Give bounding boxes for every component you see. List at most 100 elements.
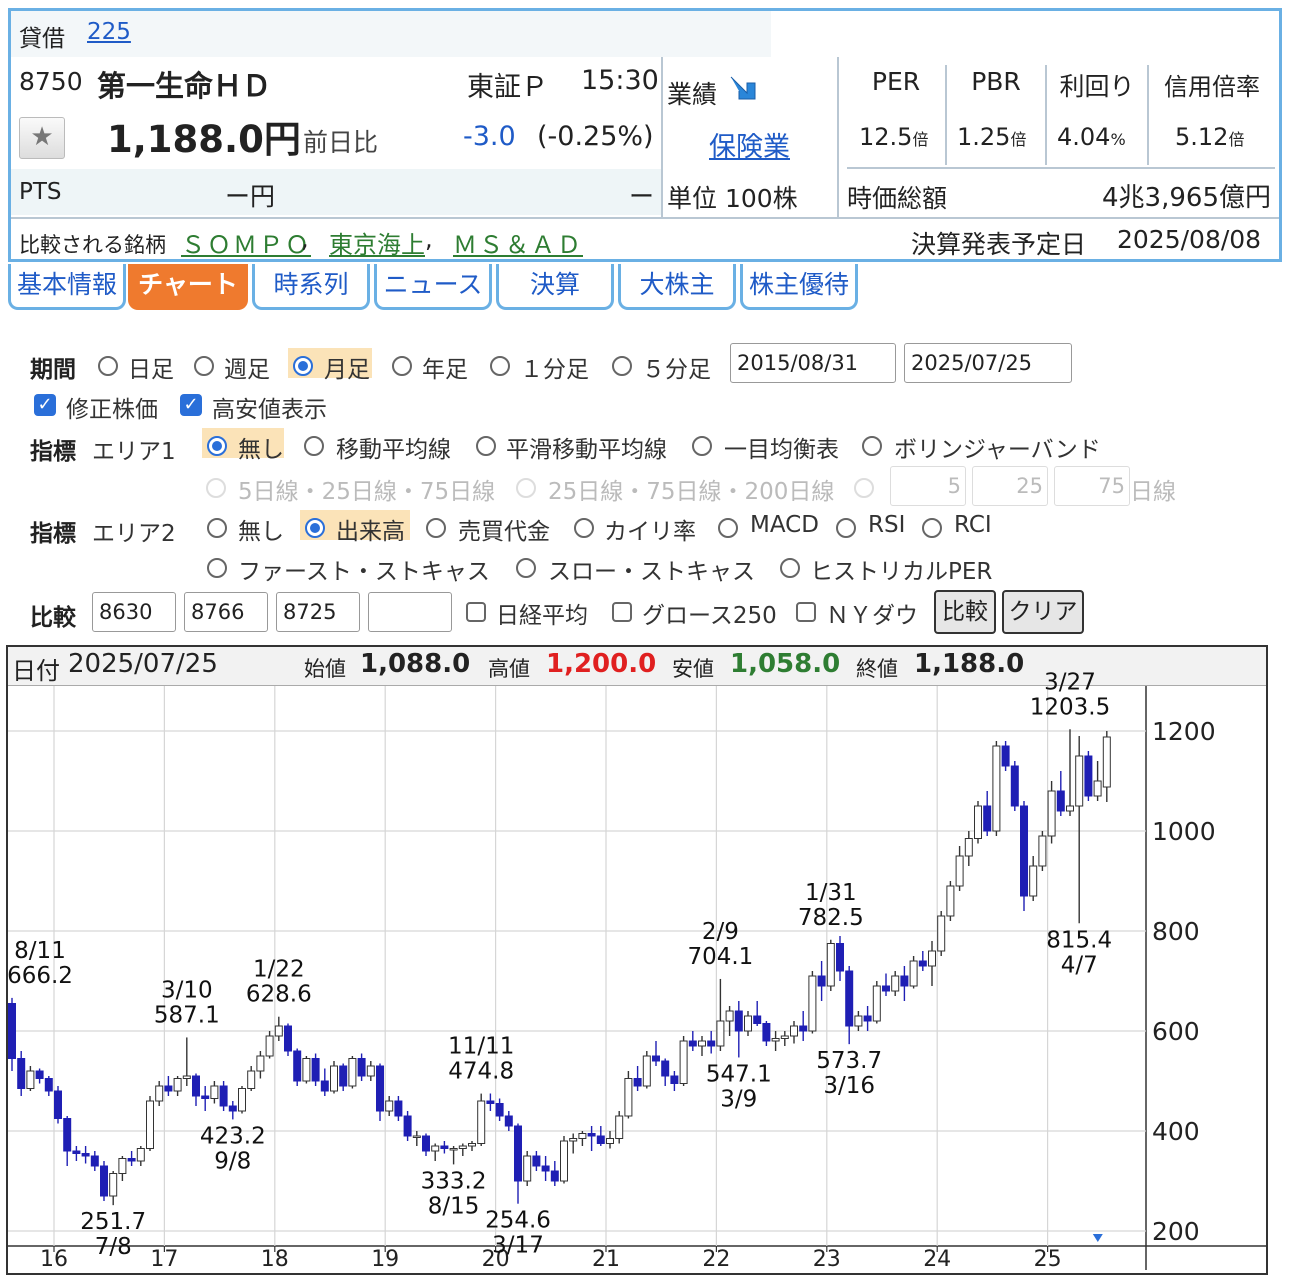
- candle-body: [670, 1075, 679, 1084]
- candle-body: [596, 1135, 605, 1144]
- candle-body: [541, 1165, 550, 1172]
- x-tick-label: 21: [592, 1247, 620, 1272]
- annotation-label: 4/7: [1061, 952, 1098, 978]
- candle-body: [1056, 790, 1065, 812]
- candle-body: [974, 805, 982, 839]
- candle-body: [615, 1115, 624, 1139]
- candle-body: [366, 1065, 375, 1077]
- x-tick-label: 24: [923, 1247, 951, 1272]
- candle-body: [173, 1078, 182, 1092]
- x-tick-label: 18: [261, 1247, 289, 1272]
- candle-body: [228, 1105, 237, 1112]
- candlestick-chart[interactable]: 2004006008001000120016 17 18 19 20 21 22 23 24 25…: [0, 0, 1294, 1272]
- candle-body: [468, 1143, 476, 1147]
- x-tick-label: 17: [150, 1247, 178, 1272]
- annotation-label: 474.8: [448, 1059, 514, 1085]
- candle-body: [449, 1148, 458, 1151]
- candle-body: [146, 1100, 154, 1149]
- candle-body: [477, 1100, 486, 1144]
- candle-body: [127, 1158, 136, 1162]
- candle-body: [90, 1155, 99, 1167]
- annotation-label: 3/17: [492, 1233, 544, 1259]
- candle-body: [284, 1025, 292, 1052]
- candle-body: [928, 950, 936, 967]
- candle-body: [688, 1040, 697, 1047]
- annotation-label: 782.5: [798, 905, 864, 931]
- candle-body: [964, 838, 973, 857]
- candle-body: [136, 1148, 145, 1162]
- annotation-label: 3/9: [720, 1086, 757, 1112]
- candle-body: [606, 1138, 614, 1144]
- candle-body: [514, 1125, 522, 1182]
- candle-body: [744, 1015, 752, 1032]
- candle-body: [210, 1085, 219, 1099]
- candle-body: [385, 1100, 394, 1112]
- candle-body: [1029, 865, 1038, 897]
- candle-body: [311, 1058, 320, 1082]
- candle-body: [918, 960, 927, 967]
- candle-body: [891, 975, 900, 992]
- candle-body: [1084, 755, 1093, 797]
- candle-body: [550, 1170, 559, 1182]
- candle-body: [808, 975, 817, 1032]
- candle-body: [863, 1015, 872, 1022]
- candle-body: [54, 1090, 62, 1119]
- candle-body: [992, 745, 1001, 832]
- candle-body: [1047, 790, 1056, 837]
- candle-body: [320, 1080, 329, 1092]
- candle-body: [725, 1010, 734, 1022]
- candle-body: [26, 1070, 35, 1089]
- candle-body: [578, 1133, 587, 1139]
- y-tick-label: 600: [1152, 1017, 1200, 1046]
- candle-body: [422, 1135, 430, 1152]
- annotation-label: 1/31: [805, 880, 857, 906]
- annotation-label: 628.6: [246, 982, 312, 1008]
- candle-body: [900, 975, 909, 987]
- candle-body: [1102, 736, 1111, 788]
- x-tick-label: 25: [1034, 1247, 1062, 1272]
- y-tick-label: 800: [1152, 917, 1200, 946]
- candle-body: [72, 1150, 81, 1154]
- candle-body: [486, 1100, 495, 1104]
- candle-body: [164, 1085, 173, 1092]
- candle-body: [302, 1058, 311, 1082]
- candle-body: [698, 1040, 706, 1047]
- annotation-label: 423.2: [200, 1123, 266, 1149]
- annotation-label: 1203.5: [1030, 694, 1110, 720]
- candle-body: [17, 1058, 26, 1089]
- candle-body: [624, 1078, 633, 1117]
- candle-body: [1066, 805, 1074, 812]
- candle-body: [265, 1035, 274, 1057]
- candle-body: [8, 1003, 16, 1059]
- candle-body: [652, 1055, 660, 1062]
- candle-body: [293, 1050, 302, 1082]
- candle-body: [201, 1095, 210, 1099]
- candle-body: [826, 943, 835, 987]
- annotation-label: 547.1: [706, 1061, 772, 1087]
- annotation-label: 11/11: [448, 1034, 514, 1060]
- x-tick-label: 23: [813, 1247, 841, 1272]
- candle-body: [882, 985, 890, 992]
- candle-body: [845, 970, 854, 1027]
- candle-body: [799, 1025, 808, 1032]
- y-tick-label: 1000: [1152, 817, 1216, 846]
- candle-body: [937, 915, 946, 952]
- candle-body: [412, 1135, 421, 1138]
- candle-body: [734, 1010, 743, 1032]
- candle-body: [771, 1038, 780, 1042]
- candle-body: [716, 1020, 725, 1047]
- candle-body: [118, 1158, 127, 1174]
- annotation-label: 704.1: [687, 944, 753, 970]
- candle-body: [633, 1078, 642, 1087]
- annotation-label: 9/8: [214, 1148, 251, 1174]
- candle-body: [955, 855, 964, 887]
- candle-body: [192, 1075, 200, 1097]
- candle-body: [247, 1070, 256, 1089]
- candle-body: [679, 1040, 688, 1084]
- candle-body: [909, 960, 918, 987]
- annotation-label: 2/9: [702, 919, 739, 945]
- candle-body: [44, 1078, 53, 1092]
- y-tick-label: 400: [1152, 1117, 1200, 1146]
- candle-body: [495, 1103, 504, 1117]
- candle-body: [100, 1165, 108, 1197]
